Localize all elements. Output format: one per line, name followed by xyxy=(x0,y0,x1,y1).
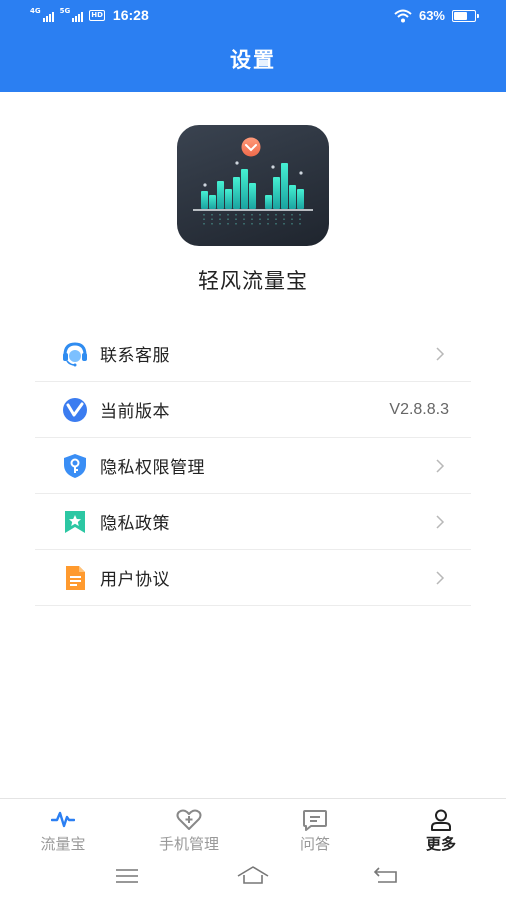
settings-item-user-agreement[interactable]: 用户协议 xyxy=(35,550,471,606)
settings-item-label: 用户协议 xyxy=(100,570,170,590)
wifi-icon xyxy=(394,9,412,22)
chat-bubble-icon xyxy=(303,810,327,831)
system-navigation-bar xyxy=(0,856,506,900)
tab-qa[interactable]: 问答 xyxy=(252,799,378,857)
battery-icon xyxy=(452,9,479,22)
bar-chart-logo-icon xyxy=(193,137,313,225)
tab-label: 手机管理 xyxy=(158,835,219,853)
person-icon xyxy=(431,809,451,831)
tab-traffic[interactable]: 流量宝 xyxy=(0,799,126,857)
version-value: V2.8.8.3 xyxy=(389,400,449,418)
menu-icon[interactable] xyxy=(114,867,140,885)
app-name: 轻风流量宝 xyxy=(198,269,308,293)
cellular-signal-4g-icon: 4G xyxy=(30,8,54,22)
headset-icon xyxy=(63,342,87,367)
signal-type-label: 4G xyxy=(30,7,41,15)
settings-item-label: 隐私权限管理 xyxy=(100,458,205,478)
home-icon[interactable] xyxy=(236,865,270,885)
tab-label: 更多 xyxy=(425,835,456,853)
bookmark-star-icon xyxy=(65,511,85,533)
battery-percentage: 63% xyxy=(418,8,445,23)
settings-item-label: 联系客服 xyxy=(100,346,170,366)
status-bar: 4G 5G HD 16:28 63% xyxy=(0,0,506,32)
tab-label: 流量宝 xyxy=(40,835,86,853)
chevron-right-icon xyxy=(436,515,445,529)
signal-type-label: 5G xyxy=(59,7,71,15)
settings-item-contact-support[interactable]: 联系客服 xyxy=(35,326,471,382)
settings-item-label: 当前版本 xyxy=(100,402,170,422)
heart-plus-icon xyxy=(176,809,202,830)
settings-item-current-version[interactable]: 当前版本 V2.8.8.3 xyxy=(35,382,471,438)
bottom-tab-bar: 流量宝 手机管理 问答 更多 xyxy=(0,798,506,856)
pulse-icon xyxy=(51,811,75,828)
status-right: 63% xyxy=(394,8,479,23)
chevron-right-icon xyxy=(436,571,445,585)
version-v-icon xyxy=(63,398,87,422)
status-left: 4G 5G HD 16:28 xyxy=(30,7,149,23)
status-time: 16:28 xyxy=(112,7,149,23)
chevron-right-icon xyxy=(436,459,445,473)
tab-phone-management[interactable]: 手机管理 xyxy=(126,799,252,857)
tab-more[interactable]: 更多 xyxy=(378,799,504,857)
page-title: 设置 xyxy=(230,48,276,72)
shield-key-icon xyxy=(64,454,86,478)
settings-item-privacy-permissions[interactable]: 隐私权限管理 xyxy=(35,438,471,494)
hd-voice-icon: HD xyxy=(89,9,105,21)
settings-list: 联系客服 当前版本 V2.8.8.3 隐私权限管理 隐私政策 用户协议 xyxy=(35,326,471,606)
battery-fill xyxy=(454,11,467,20)
back-icon[interactable] xyxy=(372,866,400,886)
app-logo xyxy=(177,125,329,246)
document-icon xyxy=(66,566,85,590)
chevron-right-icon xyxy=(436,347,445,361)
tab-label: 问答 xyxy=(299,835,330,853)
app-header: 4G 5G HD 16:28 63% 设置 xyxy=(0,0,506,92)
cellular-signal-5g-icon: 5G xyxy=(60,8,84,22)
settings-item-label: 隐私政策 xyxy=(100,514,170,534)
settings-item-privacy-policy[interactable]: 隐私政策 xyxy=(35,494,471,550)
